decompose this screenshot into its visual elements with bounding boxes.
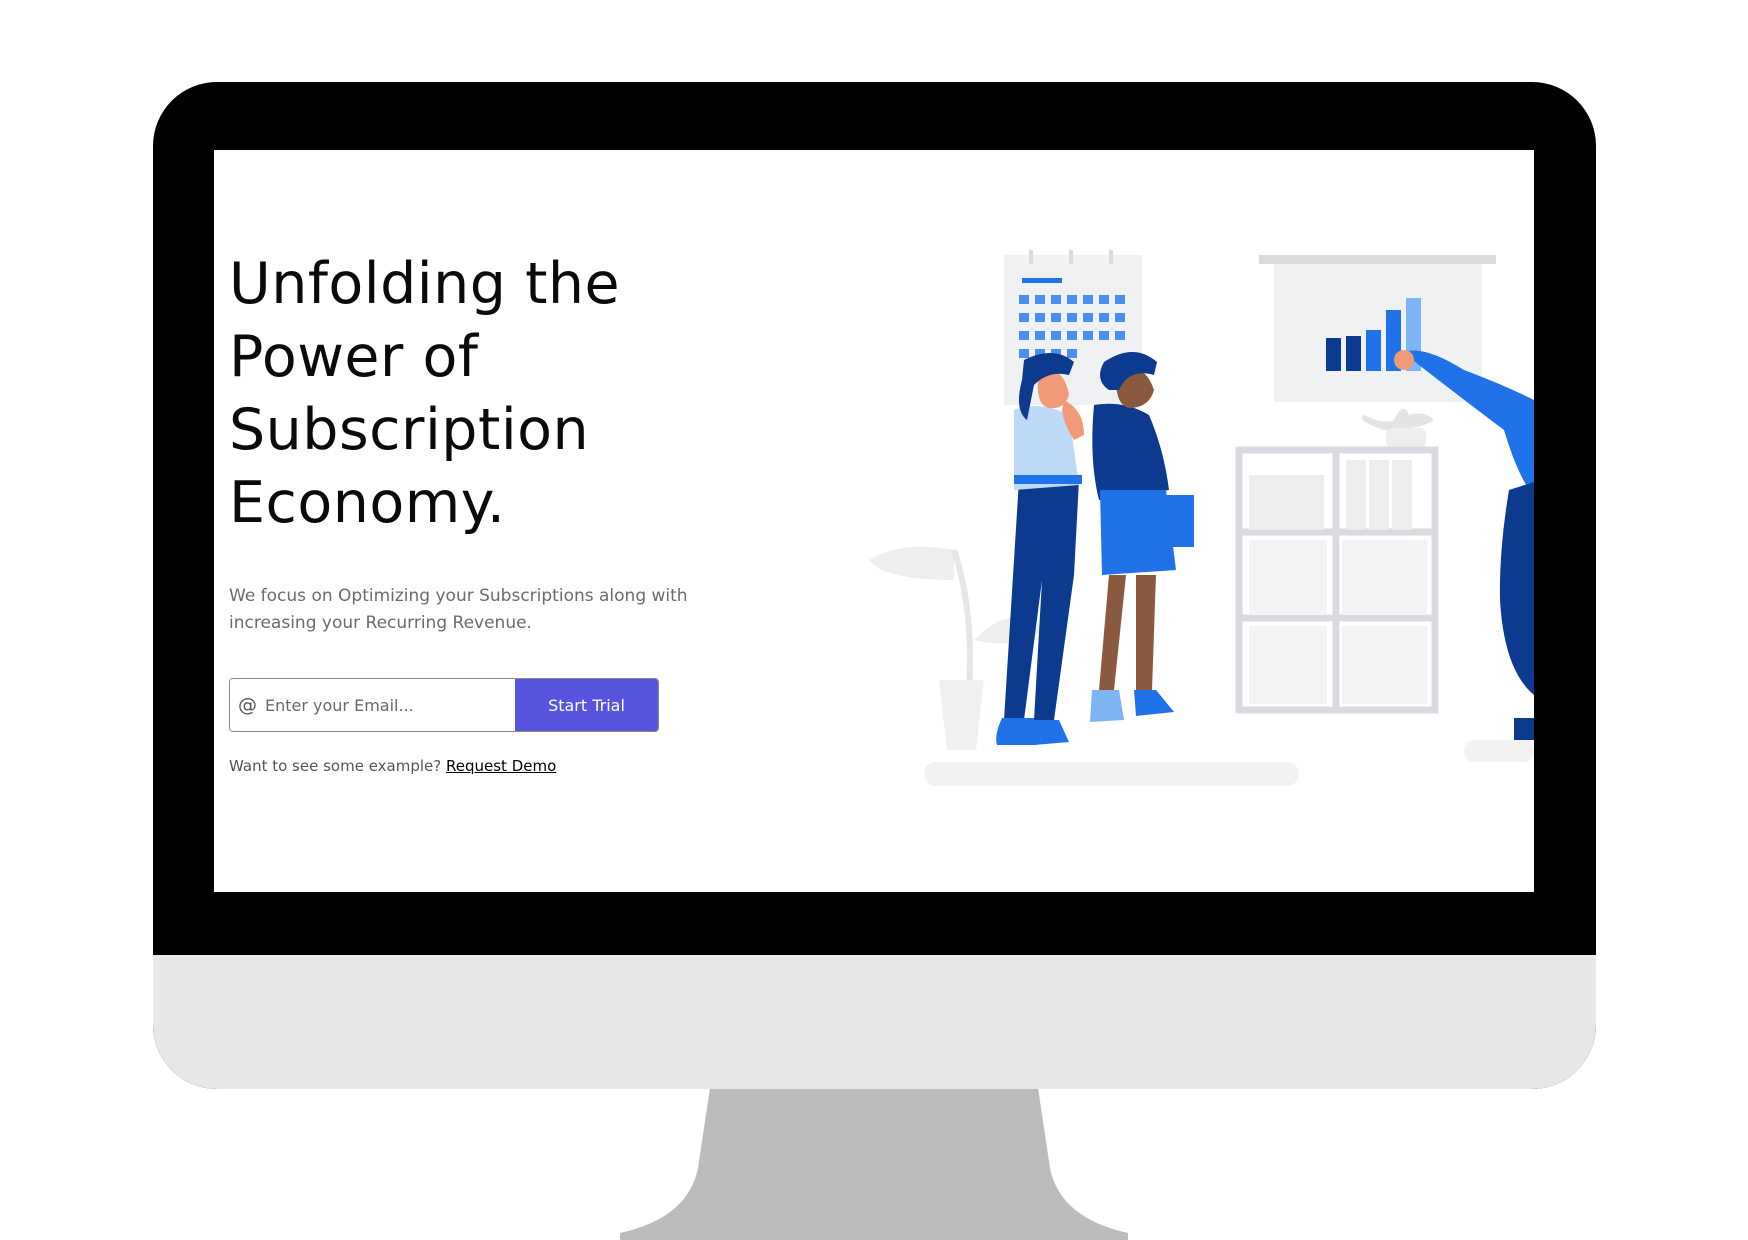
page: Unfolding the Power of Subscription Econ…: [0, 0, 1748, 1240]
signup-form: @ Start Trial: [229, 678, 659, 732]
screen: Unfolding the Power of Subscription Econ…: [214, 150, 1534, 892]
email-field[interactable]: @: [230, 679, 515, 731]
floor-shadow: [924, 762, 1299, 786]
hero-title-line-3: Subscription: [229, 397, 590, 463]
team-analytics-illustration: [869, 250, 1534, 786]
email-input[interactable]: [263, 694, 507, 716]
hero-title: Unfolding the Power of Subscription Econ…: [229, 248, 749, 540]
demo-prompt-text: Want to see some example?: [229, 757, 442, 775]
woman-with-folder-illustration: [1090, 352, 1194, 722]
hero-subtitle: We focus on Optimizing your Subscription…: [229, 583, 749, 637]
monitor-chin: [153, 955, 1596, 1089]
shelf-illustration: [1235, 408, 1439, 714]
hero-subtitle-line-2: increasing your Recurring Revenue.: [229, 613, 532, 633]
start-trial-button[interactable]: Start Trial: [515, 679, 658, 731]
woman-thinking-illustration: [996, 352, 1084, 745]
hero-title-line-2: Power of: [229, 324, 479, 390]
request-demo-link[interactable]: Request Demo: [446, 757, 556, 775]
hero-title-line-4: Economy.: [229, 470, 506, 536]
hero-subtitle-line-1: We focus on Optimizing your Subscription…: [229, 586, 688, 606]
hero-title-line-1: Unfolding the: [229, 251, 621, 317]
floor-shadow-right: [1464, 740, 1534, 762]
demo-prompt: Want to see some example? Request Demo: [229, 757, 556, 775]
at-sign-icon: @: [238, 694, 257, 716]
monitor-stand: [620, 1088, 1128, 1240]
